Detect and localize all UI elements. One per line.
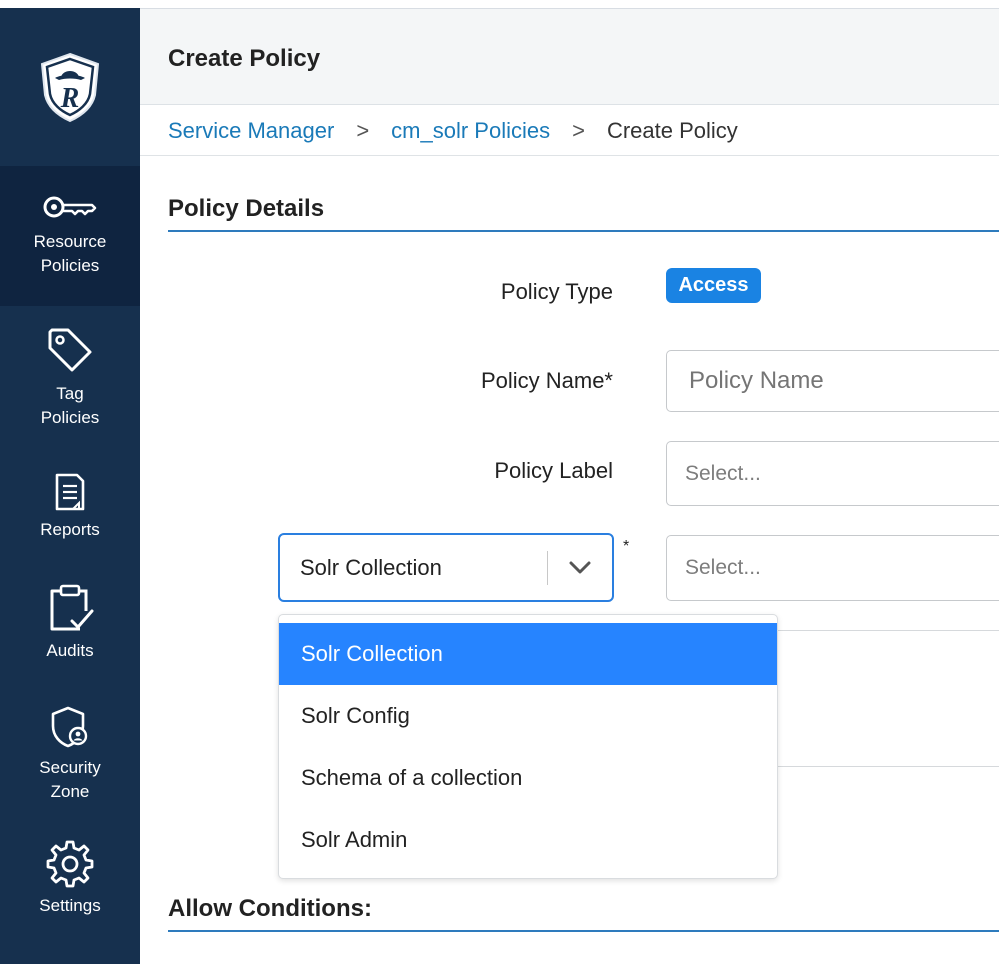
sidebar-item-audits[interactable]: Audits — [0, 583, 140, 683]
page-header: Create Policy — [140, 9, 999, 105]
shield-user-icon — [51, 706, 88, 748]
sidebar-item-security-zone[interactable]: Security Zone — [0, 704, 140, 824]
dropdown-option-schema-of-a-collection[interactable]: Schema of a collection — [279, 747, 777, 809]
report-icon — [55, 473, 85, 511]
sidebar-item-label: Tag — [56, 384, 84, 403]
breadcrumb-cm-solr-policies[interactable]: cm_solr Policies — [391, 118, 550, 144]
policy-details-heading: Policy Details — [168, 195, 325, 222]
policy-type-badge: Access — [666, 268, 761, 303]
policy-type-label: Policy Type — [500, 279, 613, 304]
sidebar-item-reports[interactable]: Reports — [0, 472, 140, 562]
resource-type-select[interactable]: Solr Collection — [278, 533, 614, 602]
sidebar-item-label: Resource — [33, 232, 107, 251]
tag-icon — [48, 328, 92, 372]
dropdown-option-solr-collection[interactable]: Solr Collection — [279, 623, 777, 685]
ranger-logo-icon: R — [40, 52, 100, 123]
key-icon — [43, 196, 97, 218]
dropdown-option-solr-admin[interactable]: Solr Admin — [279, 809, 777, 871]
breadcrumb-service-manager[interactable]: Service Manager — [168, 118, 334, 144]
sidebar-item-label: Settings — [39, 896, 101, 915]
policy-name-label: Policy Name* — [480, 368, 613, 393]
policy-label-select[interactable]: Select... — [666, 441, 999, 506]
sidebar-item-label: Reports — [40, 520, 100, 539]
sidebar-item-label: Audits — [46, 641, 94, 660]
resource-type-value: Solr Collection — [300, 554, 442, 580]
breadcrumb-separator: > — [356, 118, 370, 143]
required-mark: * — [623, 538, 630, 555]
svg-text:R: R — [60, 83, 80, 114]
sidebar: R Resource Policies Tag Policies Reports — [0, 8, 140, 964]
page-title: Create Policy — [168, 45, 321, 72]
sidebar-item-resource-policies[interactable]: Resource Policies — [0, 166, 140, 306]
sidebar-item-tag-policies[interactable]: Tag Policies — [0, 324, 140, 444]
breadcrumb: Service Manager > cm_solr Policies > Cre… — [168, 118, 738, 144]
chevron-down-icon[interactable] — [548, 561, 612, 575]
app-logo[interactable]: R — [0, 8, 140, 166]
dropdown-option-solr-config[interactable]: Solr Config — [279, 685, 777, 747]
resource-value-select[interactable]: Select... — [666, 535, 999, 601]
resource-value-placeholder: Select... — [685, 556, 761, 579]
sidebar-item-label: Zone — [50, 782, 90, 801]
allow-conditions-heading: Allow Conditions: — [168, 895, 372, 922]
gear-icon — [46, 840, 94, 888]
resource-type-dropdown-menu: Solr Collection Solr Config Schema of a … — [278, 614, 778, 879]
policy-details-rule — [168, 230, 999, 232]
policy-name-input[interactable] — [666, 350, 999, 412]
breadcrumb-current: Create Policy — [606, 118, 738, 143]
policy-label-placeholder: Select... — [685, 461, 761, 485]
sidebar-item-label: Policies — [40, 256, 100, 275]
allow-conditions-rule — [168, 930, 999, 932]
sidebar-item-label: Policies — [40, 408, 100, 427]
clipboard-check-icon — [50, 584, 94, 631]
policy-label-label: Policy Label — [494, 458, 613, 483]
breadcrumb-divider — [140, 155, 999, 156]
sidebar-item-label: Security — [39, 758, 101, 777]
sidebar-item-settings[interactable]: Settings — [0, 838, 140, 938]
breadcrumb-separator: > — [572, 118, 585, 143]
